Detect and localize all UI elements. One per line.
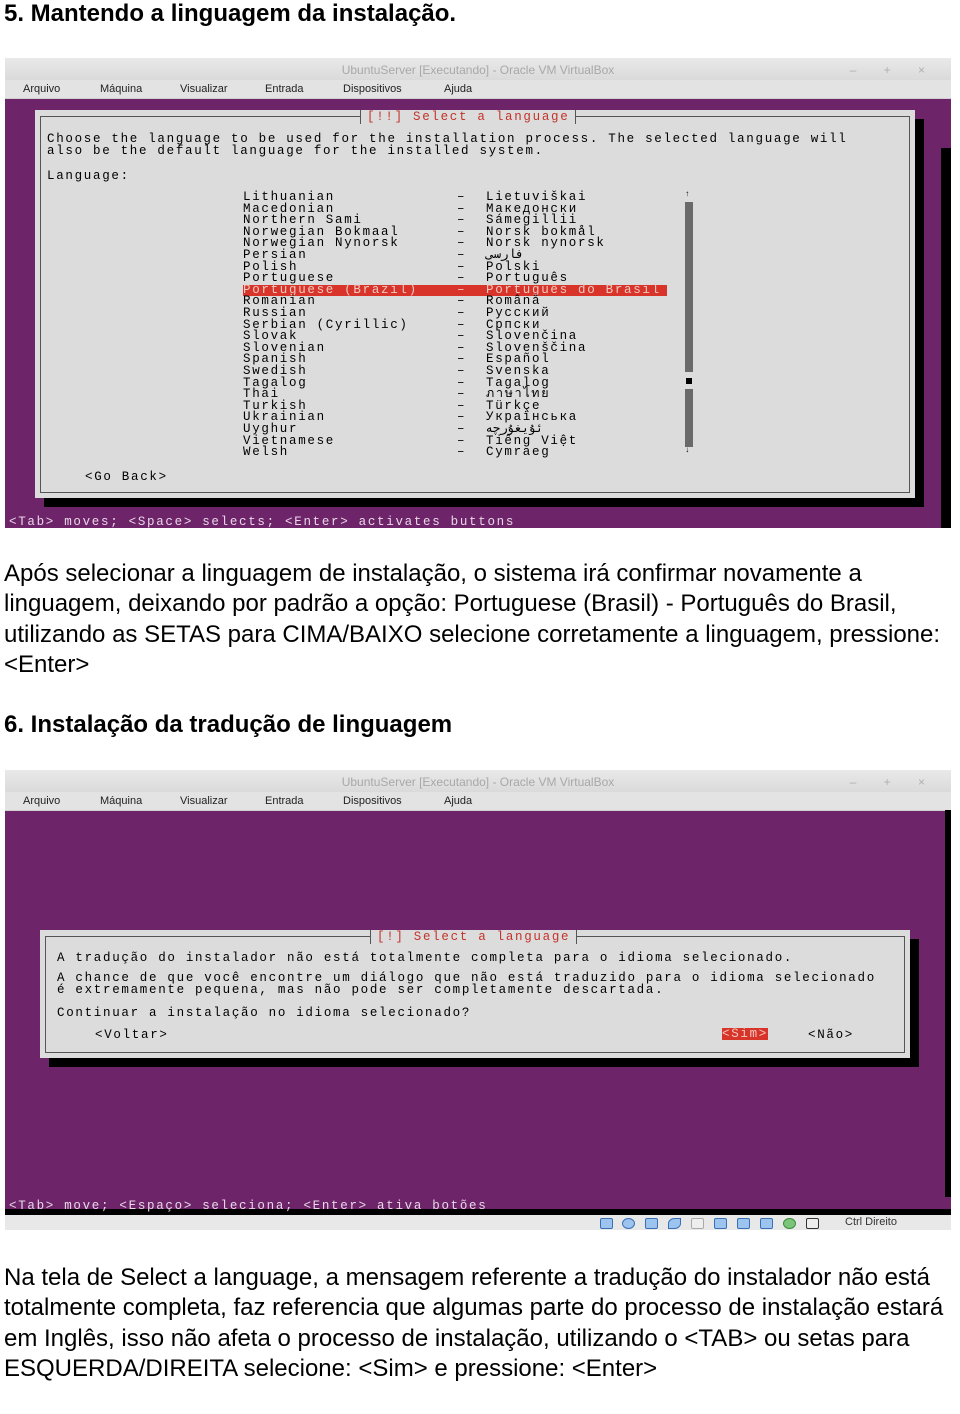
optical-disk-icon[interactable] <box>622 1218 635 1229</box>
paragraph-section-6: Na tela de Select a language, a mensagem… <box>4 1264 944 1382</box>
video-capture-icon[interactable] <box>737 1218 750 1229</box>
display-icon[interactable] <box>714 1218 727 1229</box>
language-option[interactable]: Tagalog – Tagalog <box>243 377 667 390</box>
status-bar-hint: <Tab> moves; <Space> selects; <Enter> ac… <box>9 515 516 528</box>
mouse-integration-icon[interactable] <box>783 1218 796 1229</box>
dialog-line-1: A tradução do instalador não está totalm… <box>57 951 794 965</box>
virtualbox-window-language-select: UbuntuServer [Executando] - Oracle VM Vi… <box>5 58 951 528</box>
dialog-title: [!!] Select a language <box>360 110 577 124</box>
console-edge <box>945 810 951 1215</box>
scrollbar-thumb[interactable] <box>686 378 692 384</box>
host-key-label: Ctrl Direito <box>845 1216 897 1228</box>
language-list[interactable]: Lithuanian – Lietuviškai Macedonian – Македон… <box>243 191 667 460</box>
status-bar-hint: <Tab> move; <Espaço> seleciona; <Enter> … <box>9 1199 488 1213</box>
menu-arquivo[interactable]: Arquivo <box>23 80 60 98</box>
window-controls[interactable]: – + × <box>850 58 937 82</box>
menu-dispositivos[interactable]: Dispositivos <box>343 80 402 98</box>
language-native-name: Cymraeg <box>486 445 551 460</box>
translation-warning-dialog: [!] Select a language A tradução do inst… <box>40 930 910 1058</box>
virtualization-icon[interactable] <box>760 1218 773 1229</box>
list-scrollbar[interactable]: ↑ ↓ <box>684 190 694 457</box>
window-titlebar: UbuntuServer [Executando] - Oracle VM Vi… <box>5 770 951 792</box>
language-option[interactable]: Serbian (Cyrillic) – Српски <box>243 319 667 332</box>
go-back-button[interactable]: <Go Back> <box>85 470 168 484</box>
menu-visualizar[interactable]: Visualizar <box>180 792 228 810</box>
back-button[interactable]: <Voltar> <box>95 1028 169 1042</box>
menu-entrada[interactable]: Entrada <box>265 80 304 98</box>
menu-ajuda[interactable]: Ajuda <box>444 80 472 98</box>
paragraph-section-5: Após selecionar a linguagem de instalaçã… <box>4 560 941 678</box>
dialog-description: Choose the language to be used for the i… <box>47 132 848 158</box>
language-english-name: Welsh <box>243 445 290 460</box>
language-label: Language: <box>47 169 130 183</box>
section-heading-5: 5. Mantendo a linguagem da instalação. <box>4 0 457 27</box>
keyboard-capture-icon[interactable] <box>806 1218 819 1229</box>
menu-bar: Arquivo Máquina Visualizar Entrada Dispo… <box>5 80 951 99</box>
scrollbar-track-upper[interactable] <box>685 202 693 372</box>
menu-maquina[interactable]: Máquina <box>100 80 142 98</box>
scrollbar-track-lower[interactable] <box>685 389 693 447</box>
window-title: UbuntuServer [Executando] - Oracle VM Vi… <box>341 63 615 77</box>
menu-dispositivos[interactable]: Dispositivos <box>343 792 402 810</box>
language-option[interactable]: Welsh – Cymraeg <box>243 445 667 460</box>
no-button[interactable]: <Não> <box>808 1028 854 1042</box>
menu-entrada[interactable]: Entrada <box>265 792 304 810</box>
console-edge <box>941 148 951 528</box>
virtualbox-window-translation-warning: UbuntuServer [Executando] - Oracle VM Vi… <box>5 770 951 1230</box>
dialog-title: [!] Select a language <box>370 930 578 944</box>
select-language-dialog: [!!] Select a language Choose the langua… <box>35 110 915 498</box>
menu-visualizar[interactable]: Visualizar <box>180 80 228 98</box>
menu-maquina[interactable]: Máquina <box>100 792 142 810</box>
scroll-up-arrow-icon[interactable]: ↑ <box>685 190 692 199</box>
menu-arquivo[interactable]: Arquivo <box>23 792 60 810</box>
window-controls[interactable]: – + × <box>850 770 937 794</box>
usb-icon[interactable] <box>691 1218 704 1229</box>
dialog-line-2: A chance de que você encontre um diálogo… <box>57 971 876 997</box>
language-option[interactable]: Persian – فارسی <box>243 249 667 262</box>
scroll-down-arrow-icon[interactable]: ↓ <box>685 446 692 455</box>
yes-button[interactable]: <Sim> <box>722 1028 769 1040</box>
shared-folder-icon[interactable] <box>668 1218 681 1229</box>
language-option[interactable]: Vietnamese – Tiếng Việt <box>243 435 667 448</box>
status-tray: Ctrl Direito <box>5 1215 951 1230</box>
language-option[interactable]: Ukrainian – Українська <box>243 411 667 424</box>
menu-ajuda[interactable]: Ajuda <box>444 792 472 810</box>
window-title: UbuntuServer [Executando] - Oracle VM Vi… <box>341 775 615 789</box>
language-separator: – <box>457 445 467 460</box>
hard-disk-icon[interactable] <box>600 1218 613 1229</box>
menu-bar: Arquivo Máquina Visualizar Entrada Dispo… <box>5 792 951 811</box>
network-icon[interactable] <box>645 1218 658 1229</box>
dialog-question: Continuar a instalação no idioma selecio… <box>57 1006 472 1020</box>
section-heading-6: 6. Instalação da tradução de linguagem <box>4 711 453 738</box>
window-titlebar: UbuntuServer [Executando] - Oracle VM Vi… <box>5 58 951 80</box>
